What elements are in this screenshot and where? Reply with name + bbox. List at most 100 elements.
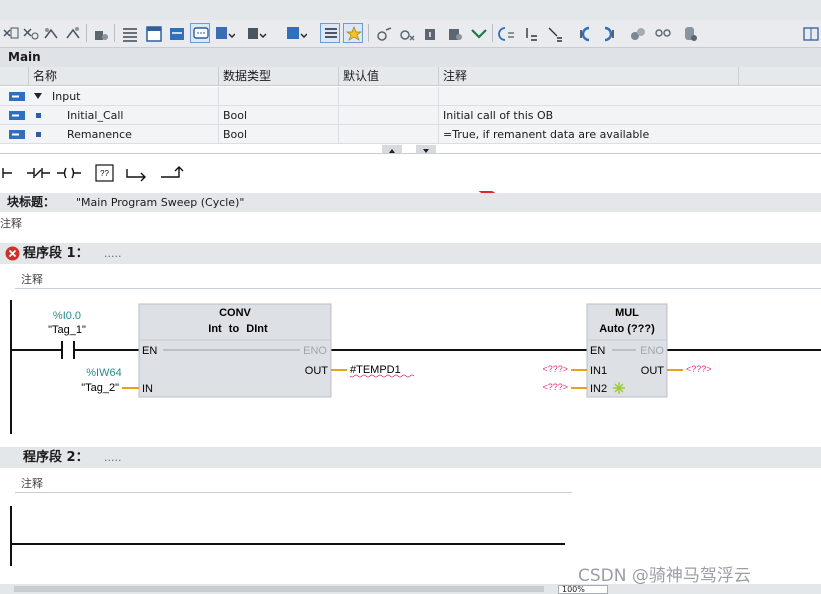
- collapse-triangle-icon[interactable]: [34, 93, 42, 99]
- delete-network-icon[interactable]: [20, 23, 40, 43]
- row-default[interactable]: [338, 106, 438, 125]
- member-bullet-icon: [36, 132, 41, 137]
- compare-icon[interactable]: [627, 23, 647, 43]
- network-1-comment[interactable]: 注释: [15, 266, 821, 289]
- download-icon[interactable]: [420, 23, 440, 43]
- col-default-header[interactable]: 默认值: [338, 67, 438, 86]
- split-editor-icon[interactable]: [800, 23, 820, 43]
- error-icon: [5, 246, 20, 261]
- monitor-icon[interactable]: [166, 23, 186, 43]
- row-name[interactable]: Input: [52, 90, 80, 103]
- mul-title: MUL: [615, 307, 639, 319]
- nc-contact-icon[interactable]: [26, 161, 52, 185]
- row-type[interactable]: [218, 87, 338, 106]
- block-title-value[interactable]: "Main Program Sweep (Cycle)": [76, 193, 244, 212]
- network-2-header[interactable]: 程序段 2： .....: [0, 447, 821, 468]
- col-comment-header[interactable]: 注释: [438, 67, 738, 86]
- conv-in-tag[interactable]: "Tag_2": [81, 382, 119, 394]
- monitoring-icon[interactable]: [468, 23, 488, 43]
- conv-to-type[interactable]: DInt: [246, 323, 268, 335]
- conv-out-operand[interactable]: #TEMPD1: [350, 364, 401, 376]
- lock-icon[interactable]: [90, 23, 110, 43]
- zoom-select[interactable]: 100%: [558, 585, 608, 594]
- favorites-icon[interactable]: [343, 23, 363, 43]
- interface-row-initial-call[interactable]: Initial_Call Bool Initial call of this O…: [0, 106, 821, 125]
- col-name-header[interactable]: 名称: [28, 67, 218, 86]
- go-offline-icon[interactable]: [396, 23, 416, 43]
- conv-in-address[interactable]: %IW64: [86, 367, 121, 379]
- mul-mode[interactable]: Auto (???): [599, 323, 655, 335]
- symbol-table-icon[interactable]: [244, 23, 267, 43]
- parameter-input-icon: [9, 130, 25, 139]
- mul-en-pin: EN: [590, 345, 605, 357]
- interface-row-input[interactable]: Input: [0, 87, 821, 106]
- interface-title: Main: [0, 48, 821, 67]
- network-1-header[interactable]: 程序段 1： .....: [0, 243, 821, 264]
- mul-out-operand[interactable]: <???>: [686, 364, 712, 374]
- breakpoint-icon[interactable]: [496, 23, 516, 43]
- row-comment[interactable]: [438, 87, 738, 106]
- upload-icon[interactable]: [444, 23, 464, 43]
- network-title-placeholder[interactable]: .....: [104, 447, 121, 468]
- scrollbar-thumb[interactable]: [14, 586, 544, 592]
- go-previous-icon[interactable]: [574, 23, 594, 43]
- conv-in-pin: IN: [142, 383, 153, 395]
- address-table-icon[interactable]: [212, 23, 236, 43]
- memory-icon[interactable]: [679, 23, 699, 43]
- row-name[interactable]: Initial_Call: [67, 109, 123, 122]
- symbol-info-icon[interactable]: [284, 23, 308, 43]
- collapse-up-button[interactable]: [382, 145, 402, 153]
- window-icon[interactable]: [143, 23, 163, 43]
- conv-title: CONV: [219, 307, 251, 319]
- open-branch-icon[interactable]: [0, 161, 26, 185]
- member-bullet-icon: [36, 113, 41, 118]
- contact-address[interactable]: %I0.0: [53, 310, 81, 322]
- row-type[interactable]: Bool: [218, 106, 338, 125]
- go-next-icon[interactable]: [598, 23, 618, 43]
- mul-out-pin: OUT: [641, 365, 665, 377]
- interface-row-remanence[interactable]: Remanence Bool =True, if remanent data a…: [0, 125, 821, 144]
- parameter-input-icon: [9, 92, 25, 101]
- coil-icon[interactable]: [56, 161, 82, 185]
- network-title-placeholder[interactable]: .....: [104, 243, 121, 264]
- row-default[interactable]: [338, 125, 438, 144]
- mul-in1-operand[interactable]: <???>: [542, 364, 568, 374]
- mul-in2-operand[interactable]: <???>: [542, 382, 568, 392]
- editor-toolbar: [0, 20, 821, 48]
- mul-eno-pin: ENO: [640, 345, 664, 357]
- close-branch-icon[interactable]: [158, 161, 184, 185]
- contact-tag[interactable]: "Tag_1": [48, 324, 86, 336]
- row-type[interactable]: Bool: [218, 125, 338, 144]
- network-2-ladder: [10, 506, 565, 566]
- block-title-bar[interactable]: 块标题： "Main Program Sweep (Cycle)": [0, 193, 821, 212]
- star-insert-icon[interactable]: [40, 23, 60, 43]
- row-name[interactable]: Remanence: [67, 128, 132, 141]
- svg-text:??: ??: [100, 169, 109, 178]
- step-icon[interactable]: [520, 23, 540, 43]
- row-default[interactable]: [338, 87, 438, 106]
- parameter-input-icon: [9, 111, 25, 120]
- go-online-icon[interactable]: [373, 23, 393, 43]
- interface-header: 名称 数据类型 默认值 注释: [0, 67, 821, 86]
- lad-element-toolbar: ??: [0, 155, 821, 191]
- network-2-comment[interactable]: 注释: [15, 470, 572, 493]
- comment-toggle-icon[interactable]: [190, 23, 210, 43]
- row-comment[interactable]: =True, if remanent data are available: [438, 125, 738, 144]
- step-out-icon[interactable]: [544, 23, 564, 43]
- absolute-operands-icon[interactable]: [320, 23, 340, 43]
- conv-from-type[interactable]: Int: [208, 323, 222, 335]
- row-comment[interactable]: Initial call of this OB: [438, 106, 738, 125]
- list-view-icon[interactable]: [119, 23, 139, 43]
- star-delete-icon[interactable]: [62, 23, 82, 43]
- insert-network-icon[interactable]: [0, 23, 20, 43]
- col-datatype-header[interactable]: 数据类型: [218, 67, 338, 86]
- network-1-ladder: CONV Int to DInt EN ENO IN OUT MUL Auto …: [10, 300, 821, 434]
- open-branch-arrow-icon[interactable]: [124, 161, 150, 185]
- conv-eno-pin: ENO: [303, 345, 327, 357]
- glasses-icon[interactable]: [652, 23, 672, 43]
- block-comment[interactable]: 注释: [0, 215, 22, 231]
- interface-splitter[interactable]: [0, 145, 821, 154]
- mul-in1-pin: IN1: [590, 365, 607, 377]
- top-strip: [0, 0, 821, 20]
- empty-box-icon[interactable]: ??: [92, 161, 118, 185]
